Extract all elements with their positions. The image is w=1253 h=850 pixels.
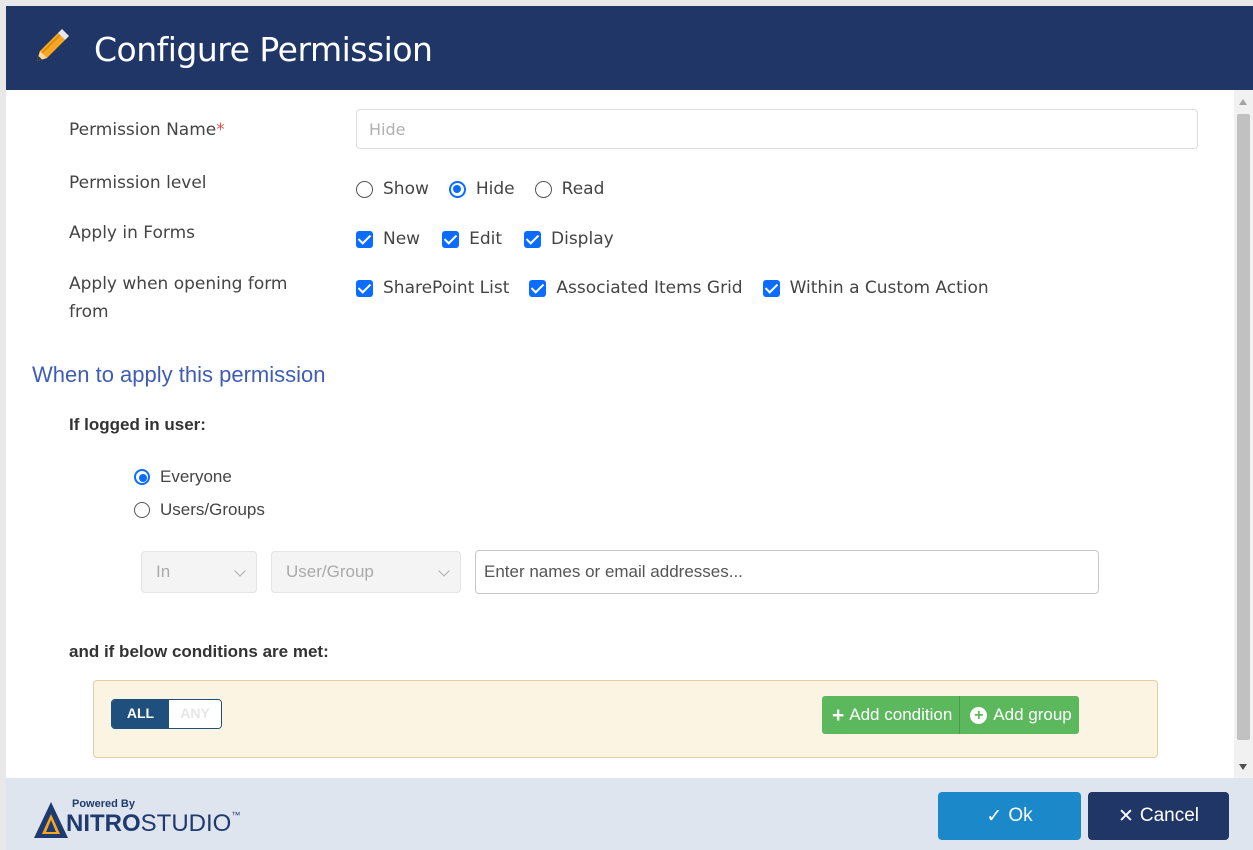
add-group-button[interactable]: + Add group [959,696,1079,734]
dialog-header: Configure Permission [6,6,1253,90]
form-edit-checkbox[interactable]: Edit [442,229,502,249]
conditions-builder: ALL ANY + Add condition + Add group [93,680,1158,758]
names-input[interactable] [475,550,1099,594]
select-value: User/Group [286,562,374,581]
radio-icon[interactable] [356,180,373,198]
button-label: Cancel [1139,805,1200,826]
radio-selected-icon[interactable] [134,469,150,485]
option-label: Edit [469,229,503,249]
toggle-any[interactable]: ANY [169,700,221,728]
circle-plus-icon: + [970,706,988,724]
apply-when-label: Apply when opening form from [69,274,288,322]
configure-permission-dialog: Configure Permission Permission Name* Pe… [6,6,1253,850]
sharepoint-list-checkbox[interactable]: SharePoint List [356,278,509,298]
user-group-select[interactable]: User/Group [271,551,461,593]
scrollbar-thumb[interactable] [1237,114,1250,740]
form-new-checkbox[interactable]: New [356,229,420,249]
button-label: Ok [1008,805,1033,826]
option-label: Associated Items Grid [556,278,743,298]
permission-level-group: Show Hide Read [356,179,624,199]
option-label: New [383,229,421,249]
users-groups-radio[interactable]: Users/Groups [134,500,265,520]
select-value: In [156,562,171,581]
required-marker: * [216,120,225,140]
scroll-up-arrow-icon[interactable] [1239,99,1247,105]
checkbox-checked-icon[interactable] [442,230,460,248]
button-label: Add group [993,705,1072,724]
option-label: Hide [475,179,515,199]
in-select[interactable]: In [141,551,257,593]
associated-items-grid-checkbox[interactable]: Associated Items Grid [529,278,743,298]
all-any-toggle[interactable]: ALL ANY [111,699,222,729]
apply-in-forms-group: New Edit Display [356,229,634,249]
everyone-radio[interactable]: Everyone [134,467,232,487]
dialog-footer: Powered By NITROSTUDIO™ ✓ Ok ✕ Cancel [6,778,1253,850]
permission-name-input[interactable] [356,109,1198,149]
button-label: Add condition [849,705,953,724]
ok-button[interactable]: ✓ Ok [938,792,1081,840]
permission-level-label: Permission level [69,173,207,193]
option-label: Display [551,229,614,249]
toggle-all[interactable]: ALL [112,700,169,728]
nitro-triangle-icon [34,802,68,838]
dialog-title: Configure Permission [94,30,433,69]
option-label: Read [561,179,605,199]
logged-in-user-label: If logged in user: [69,415,206,434]
section-title: When to apply this permission [32,362,326,387]
checkbox-checked-icon[interactable] [356,279,373,297]
condition-button-group: + Add condition + Add group [822,696,1079,734]
chevron-down-icon [438,565,450,577]
nitro-studio-logo: Powered By NITROSTUDIO™ [34,796,274,842]
checkbox-checked-icon[interactable] [762,279,780,297]
powered-by-text: Powered By [72,798,135,810]
plus-icon: + [832,703,845,727]
dialog-content: Permission Name* Permission level Show H… [6,90,1234,778]
checkbox-checked-icon[interactable] [524,230,542,248]
vertical-scrollbar[interactable] [1234,90,1253,778]
permission-name-label: Permission Name* [69,120,225,140]
apply-in-forms-label: Apply in Forms [69,223,195,243]
radio-icon[interactable] [534,180,552,198]
scroll-down-arrow-icon[interactable] [1239,764,1247,770]
close-icon: ✕ [1117,805,1134,827]
option-label: Show [383,179,429,199]
option-label: SharePoint List [383,278,510,298]
option-label: Within a Custom Action [789,278,989,298]
cancel-button[interactable]: ✕ Cancel [1088,792,1229,840]
form-display-checkbox[interactable]: Display [524,229,614,249]
option-label: Everyone [160,467,232,486]
permission-level-read[interactable]: Read [534,179,605,199]
radio-icon[interactable] [134,502,150,518]
permission-level-show[interactable]: Show [356,179,429,199]
pencil-icon [37,29,69,61]
chevron-down-icon [234,565,246,577]
checkbox-checked-icon[interactable] [356,230,373,248]
option-label: Users/Groups [160,500,265,519]
radio-selected-icon[interactable] [448,180,466,198]
brand-text: NITROSTUDIO™ [66,810,241,837]
checkbox-checked-icon[interactable] [529,279,547,297]
check-icon: ✓ [986,805,1003,827]
apply-when-group: SharePoint List Associated Items Grid Wi… [356,278,1009,298]
custom-action-checkbox[interactable]: Within a Custom Action [762,278,989,298]
conditions-label: and if below conditions are met: [69,642,329,661]
add-condition-button[interactable]: + Add condition [822,696,960,734]
permission-level-hide[interactable]: Hide [448,179,515,199]
